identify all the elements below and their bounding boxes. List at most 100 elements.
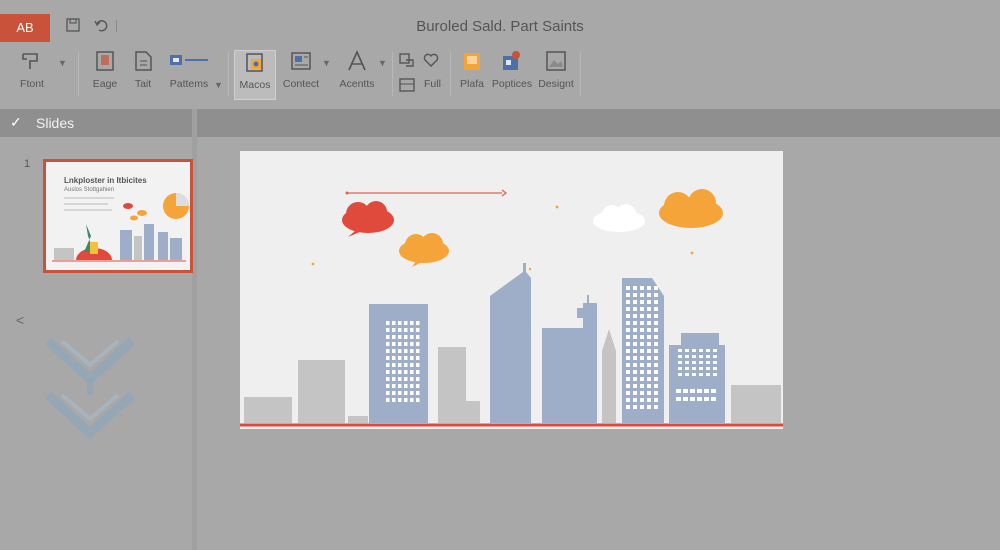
window <box>416 398 420 402</box>
window <box>416 356 420 360</box>
window <box>654 405 658 409</box>
window <box>416 377 420 381</box>
window <box>626 293 630 297</box>
window <box>386 328 390 332</box>
poptices-label: Poptices <box>491 78 533 90</box>
design-icon <box>546 51 566 71</box>
window <box>640 314 644 318</box>
collapse-pane-icon[interactable]: < <box>16 312 24 328</box>
slides-pane-header[interactable]: ✓ Slides <box>0 109 192 137</box>
window <box>640 349 644 353</box>
arrange-icon[interactable] <box>398 52 416 68</box>
ribbon-separator <box>228 52 229 96</box>
chevron-down-icon[interactable]: ▼ <box>214 80 223 90</box>
window <box>676 397 681 401</box>
window <box>626 342 630 346</box>
plan-icon <box>464 53 480 70</box>
window <box>654 300 658 304</box>
window <box>706 367 710 370</box>
window <box>699 361 703 364</box>
window <box>392 328 396 332</box>
window <box>640 405 644 409</box>
window <box>692 373 696 376</box>
window <box>398 342 402 346</box>
window <box>640 286 644 290</box>
undo-icon[interactable] <box>94 18 108 32</box>
window <box>647 321 651 325</box>
app-badge[interactable]: AB <box>0 14 50 42</box>
poptices-button[interactable]: Poptices <box>490 50 534 100</box>
window <box>640 321 644 325</box>
window <box>410 342 414 346</box>
window <box>633 370 637 374</box>
window <box>640 307 644 311</box>
full-label[interactable]: Full <box>424 78 441 90</box>
patterns-button[interactable]: Pattems <box>166 50 212 100</box>
chevron-down-icon[interactable]: ▼ <box>322 58 331 68</box>
accents-button[interactable]: Acentts <box>334 50 380 100</box>
window <box>699 373 703 376</box>
window <box>633 307 637 311</box>
ribbon-toolbar: Ftont ▼ Eage Tait Pattems ▼ Macos Contec… <box>0 44 1000 104</box>
window <box>626 307 630 311</box>
content-icon <box>291 52 311 70</box>
red-cloud <box>342 201 394 237</box>
cityscape-illustration <box>240 189 783 427</box>
window <box>633 398 637 402</box>
window <box>654 398 658 402</box>
window <box>640 377 644 381</box>
slide-thumbnail[interactable]: Lnkploster in Itbicites Auslos Stottgahi… <box>43 159 193 273</box>
window <box>633 342 637 346</box>
content-button[interactable]: Contect <box>280 50 322 100</box>
window <box>626 391 630 395</box>
macros-label: Macos <box>239 79 271 91</box>
design-button[interactable]: Designt <box>536 50 576 100</box>
window <box>416 363 420 367</box>
font-button[interactable]: Ftont <box>14 50 50 100</box>
window <box>640 384 644 388</box>
macros-button[interactable]: Macos <box>234 50 276 100</box>
window <box>713 349 717 352</box>
window <box>704 389 709 393</box>
tail-button[interactable]: Tait <box>126 50 160 100</box>
font-label: Ftont <box>20 78 44 90</box>
window <box>690 389 695 393</box>
window <box>683 389 688 393</box>
window <box>654 349 658 353</box>
window <box>647 398 651 402</box>
image-button[interactable]: Eage <box>88 50 122 100</box>
window <box>633 321 637 325</box>
window <box>640 370 644 374</box>
window <box>416 349 420 353</box>
brush-icon <box>22 53 38 69</box>
window <box>678 373 682 376</box>
window <box>398 370 402 374</box>
slide-canvas[interactable] <box>240 151 783 429</box>
plan-label: Plafa <box>460 78 484 90</box>
plan-button[interactable]: Plafa <box>456 50 488 100</box>
window <box>386 363 390 367</box>
white-cloud <box>593 204 645 232</box>
window <box>706 361 710 364</box>
window <box>392 398 396 402</box>
window <box>416 384 420 388</box>
chevron-down-icon[interactable]: ▼ <box>58 58 67 68</box>
window <box>626 398 630 402</box>
layout-icon[interactable] <box>398 78 416 92</box>
window <box>626 335 630 339</box>
window <box>410 398 414 402</box>
window <box>683 397 688 401</box>
heart-icon[interactable] <box>422 52 440 68</box>
window <box>654 384 658 388</box>
window <box>633 349 637 353</box>
window <box>386 321 390 325</box>
save-icon[interactable] <box>66 18 80 32</box>
window <box>647 363 651 367</box>
chevron-down-icon[interactable]: ▼ <box>378 58 387 68</box>
editor-header-bar <box>197 109 1000 137</box>
orange-cloud-left <box>399 233 449 267</box>
window <box>386 356 390 360</box>
window <box>654 356 658 360</box>
window <box>626 300 630 304</box>
content-label: Contect <box>282 78 320 90</box>
